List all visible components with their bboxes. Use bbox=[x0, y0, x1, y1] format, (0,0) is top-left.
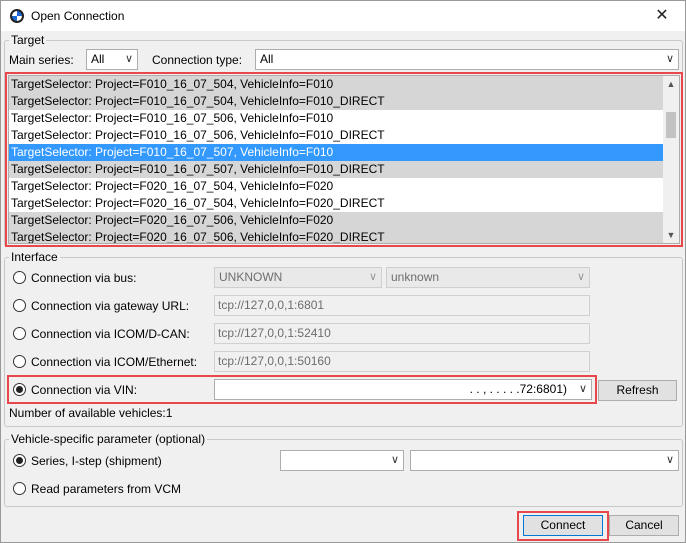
interface-legend: Interface bbox=[11, 250, 58, 264]
target-list-item[interactable]: TargetSelector: Project=F020_16_07_504, … bbox=[9, 195, 679, 212]
gateway-label: Connection via gateway URL: bbox=[31, 299, 190, 313]
icom-ethernet-label: Connection via ICOM/Ethernet: bbox=[31, 355, 198, 369]
window-title: Open Connection bbox=[31, 9, 125, 23]
gateway-radio[interactable] bbox=[13, 299, 26, 312]
target-legend: Target bbox=[11, 33, 45, 47]
icom-ethernet-field[interactable]: tcp://127,0,0,1:50160 bbox=[214, 351, 590, 372]
bus-label: Connection via bus: bbox=[31, 271, 137, 285]
series-dropdown[interactable]: ∨ bbox=[280, 450, 404, 471]
chevron-down-icon: ∨ bbox=[368, 271, 377, 283]
target-list-item[interactable]: TargetSelector: Project=F010_16_07_504, … bbox=[9, 76, 679, 93]
icom-ethernet-radio[interactable] bbox=[13, 355, 26, 368]
connection-type-value: All bbox=[260, 52, 274, 66]
target-list-item[interactable]: TargetSelector: Project=F010_16_07_504, … bbox=[9, 93, 679, 110]
scroll-down-icon[interactable]: ▼ bbox=[663, 227, 679, 243]
bus-value-2: unknown bbox=[391, 270, 440, 284]
open-connection-dialog: Open Connection ✕ Target Main series: Al… bbox=[0, 0, 686, 543]
target-list-items: TargetSelector: Project=F010_16_07_504, … bbox=[9, 76, 679, 243]
icom-dcan-label: Connection via ICOM/D-CAN: bbox=[31, 327, 190, 341]
target-list-item[interactable]: TargetSelector: Project=F010_16_07_506, … bbox=[9, 110, 679, 127]
bus-radio[interactable] bbox=[13, 271, 26, 284]
scroll-up-icon[interactable]: ▲ bbox=[663, 76, 679, 92]
series-istep-radio[interactable] bbox=[13, 454, 26, 467]
chevron-down-icon: ∨ bbox=[576, 271, 585, 283]
bus-dropdown-1[interactable]: UNKNOWN ∨ bbox=[214, 267, 382, 288]
icom-dcan-radio[interactable] bbox=[13, 327, 26, 340]
vcm-label: Read parameters from VCM bbox=[31, 482, 182, 496]
gateway-url-field[interactable]: tcp://127,0,0,1:6801 bbox=[214, 295, 590, 316]
target-list-item[interactable]: TargetSelector: Project=F010_16_07_506, … bbox=[9, 127, 679, 144]
main-series-label: Main series: bbox=[9, 53, 74, 67]
target-list-item[interactable]: TargetSelector: Project=F010_16_07_507, … bbox=[9, 144, 679, 161]
target-list-item[interactable]: TargetSelector: Project=F020_16_07_506, … bbox=[9, 212, 679, 229]
bus-value-1: UNKNOWN bbox=[219, 270, 283, 284]
list-scrollbar[interactable]: ▲ ▼ bbox=[663, 76, 679, 243]
available-vehicles-count: Number of available vehicles:1 bbox=[9, 406, 173, 420]
target-list-item[interactable]: TargetSelector: Project=F010_16_07_507, … bbox=[9, 161, 679, 178]
series-istep-label: Series, I-step (shipment) bbox=[31, 454, 162, 468]
target-list[interactable]: TargetSelector: Project=F010_16_07_504, … bbox=[8, 75, 680, 244]
refresh-button[interactable]: Refresh bbox=[598, 380, 677, 401]
close-icon[interactable]: ✕ bbox=[639, 1, 685, 31]
connection-type-label: Connection type: bbox=[152, 53, 243, 67]
bus-dropdown-2[interactable]: unknown ∨ bbox=[386, 267, 590, 288]
istep-dropdown[interactable]: ∨ bbox=[410, 450, 679, 471]
main-series-value: All bbox=[91, 52, 105, 66]
cancel-button[interactable]: Cancel bbox=[609, 515, 679, 536]
connect-button[interactable]: Connect bbox=[523, 515, 603, 536]
connection-type-dropdown[interactable]: All ∨ bbox=[255, 49, 679, 70]
vin-radio[interactable] bbox=[13, 383, 26, 396]
vin-label: Connection via VIN: bbox=[31, 383, 138, 397]
bmw-logo-icon bbox=[10, 9, 24, 23]
title-bar: Open Connection ✕ bbox=[1, 1, 685, 31]
target-list-item[interactable]: TargetSelector: Project=F020_16_07_504, … bbox=[9, 178, 679, 195]
main-series-dropdown[interactable]: All ∨ bbox=[86, 49, 138, 70]
chevron-down-icon: ∨ bbox=[124, 53, 133, 65]
icom-dcan-field[interactable]: tcp://127,0,0,1:52410 bbox=[214, 323, 590, 344]
vcm-radio[interactable] bbox=[13, 482, 26, 495]
scroll-thumb[interactable] bbox=[666, 112, 676, 138]
chevron-down-icon: ∨ bbox=[578, 383, 587, 395]
vin-dropdown[interactable]: . . , . . . . .72:6801) ∨ bbox=[214, 379, 592, 400]
chevron-down-icon: ∨ bbox=[390, 454, 399, 466]
chevron-down-icon: ∨ bbox=[665, 454, 674, 466]
target-list-item[interactable]: TargetSelector: Project=F020_16_07_506, … bbox=[9, 229, 679, 243]
vehicle-parameter-legend: Vehicle-specific parameter (optional) bbox=[11, 432, 206, 446]
vin-value: . . , . . . . .72:6801) bbox=[469, 382, 567, 396]
chevron-down-icon: ∨ bbox=[665, 53, 674, 65]
